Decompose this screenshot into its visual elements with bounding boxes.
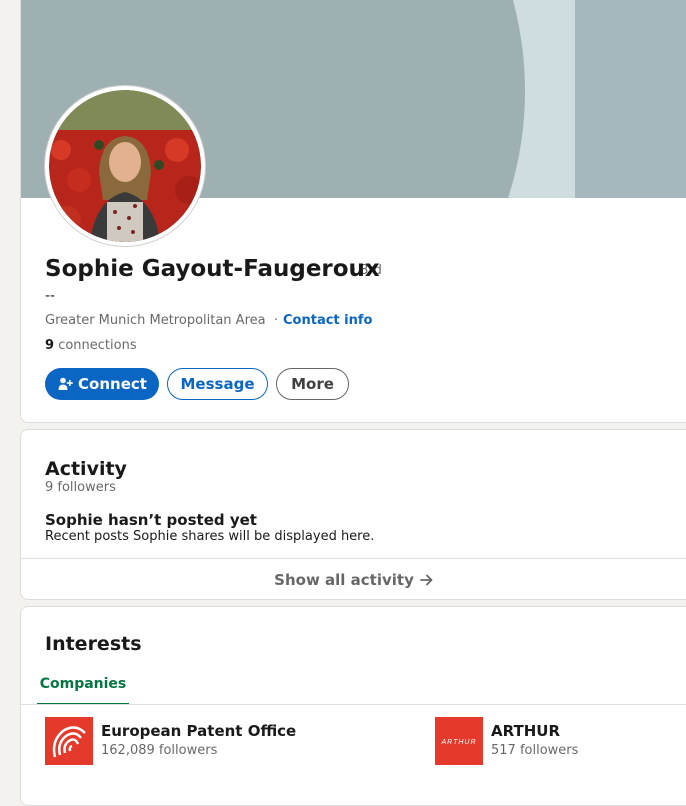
connect-button[interactable]: Connect [45,368,159,400]
contact-info-link[interactable]: Contact info [283,313,372,328]
activity-card: Activity 9 followers Sophie hasn’t poste… [20,429,686,600]
more-label: More [291,375,334,393]
add-person-icon [58,377,73,390]
profile-card: Sophie Gayout-Faugeroux · 3rd -- Greater… [20,0,686,423]
banner-panel [575,0,686,198]
connections-number: 9 [45,338,55,353]
profile-location: Greater Munich Metropolitan Area [45,313,266,328]
profile-name: Sophie Gayout-Faugeroux [45,256,380,282]
tab-companies[interactable]: Companies [37,665,129,705]
avatar-photo [49,90,201,242]
activity-title: Activity [45,458,127,480]
profile-avatar[interactable] [45,86,205,246]
profile-headline: -- [45,288,56,304]
activity-empty-subtitle: Recent posts Sophie shares will be displ… [45,529,375,544]
company-followers: 517 followers [491,743,579,758]
company-name: European Patent Office [101,722,297,740]
interests-card: Interests Companies European Patent Offi… [20,606,686,806]
company-followers: 162,089 followers [101,743,218,758]
connection-degree: · 3rd [352,263,382,278]
show-all-activity-button[interactable]: Show all activity [21,558,686,599]
more-button[interactable]: More [276,368,349,400]
show-all-activity-label: Show all activity [274,571,414,589]
activity-followers[interactable]: 9 followers [45,480,116,495]
svg-text:ARTHUR: ARTHUR [440,739,476,746]
location-separator: · [274,313,279,328]
activity-empty-title: Sophie hasn’t posted yet [45,511,257,529]
company-name: ARTHUR [491,722,561,740]
connections-label: connections [58,338,137,353]
interests-title: Interests [45,633,142,655]
arthur-logo: ARTHUR [435,717,483,765]
tab-divider [21,704,686,705]
arrow-right-icon [419,574,433,586]
message-button[interactable]: Message [167,368,268,400]
connect-label: Connect [78,375,147,393]
european-patent-office-logo [45,717,93,765]
message-label: Message [180,375,255,393]
connections-count[interactable]: 9 connections [45,338,137,353]
